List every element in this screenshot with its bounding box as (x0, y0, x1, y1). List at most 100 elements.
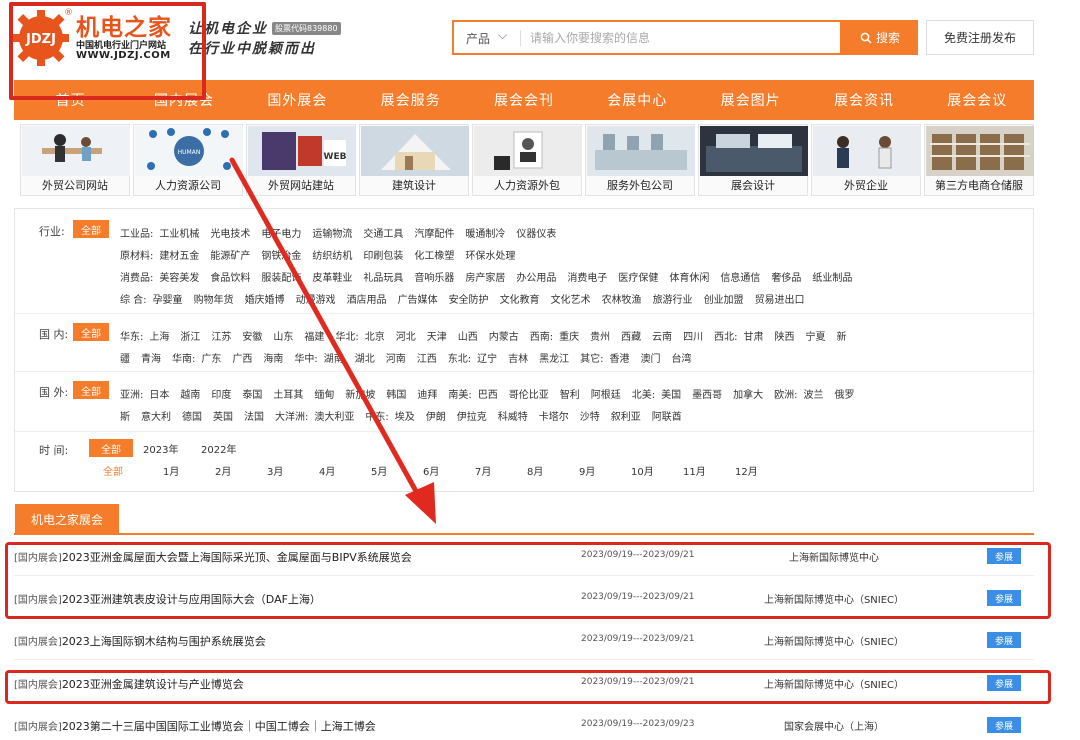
filter-option[interactable]: 越南 (180, 390, 200, 401)
banner-tile[interactable]: 外贸企业 (811, 124, 921, 196)
filter-option[interactable]: 阿联酋 (652, 412, 682, 423)
filter-option[interactable]: 叙利亚 (611, 412, 641, 423)
filter-all-industry[interactable]: 全部 (73, 220, 109, 238)
nav-item-4[interactable]: 展会会刊 (467, 80, 580, 120)
filter-option[interactable]: 泰国 (242, 390, 262, 401)
filter-option[interactable]: 创业加盟 (704, 295, 744, 306)
filter-month-option[interactable]: 9月 (579, 463, 631, 478)
filter-option[interactable]: 山西 (458, 332, 478, 343)
filter-option[interactable]: 埃及 (395, 412, 415, 423)
banner-tile[interactable]: 建筑设计 (359, 124, 469, 196)
filter-option[interactable]: 上海 (149, 332, 169, 343)
nav-item-8[interactable]: 展会会议 (921, 80, 1034, 120)
filter-option[interactable]: 韩国 (386, 390, 406, 401)
filter-option[interactable]: 工业机械 (159, 229, 199, 240)
section-tab-expos[interactable]: 机电之家展会 (15, 504, 119, 534)
filter-option[interactable]: 四川 (683, 332, 703, 343)
expo-title-link[interactable]: [国内展会]2023第二十三届中国国际工业博览会｜中国工博会｜上海工博会 (14, 718, 376, 734)
filter-option[interactable]: 光电技术 (210, 229, 250, 240)
filter-option[interactable]: 印刷包装 (363, 251, 403, 262)
filter-option[interactable]: 西藏 (621, 332, 641, 343)
filter-option[interactable]: 广东 (201, 354, 221, 365)
filter-option[interactable]: 医疗保健 (618, 273, 658, 284)
filter-option[interactable]: 陕西 (775, 332, 795, 343)
filter-option[interactable]: 科威特 (498, 412, 528, 423)
filter-option[interactable]: 体育休闲 (669, 273, 709, 284)
search-category-select[interactable]: 产品 (466, 30, 490, 47)
filter-option[interactable]: 澳门 (641, 354, 661, 365)
filter-month-option[interactable]: 1月 (163, 463, 215, 478)
exhibit-button[interactable]: 参展 (987, 632, 1021, 648)
filter-option[interactable]: 奢侈品 (771, 273, 801, 284)
exhibit-button[interactable]: 参展 (987, 717, 1021, 733)
filter-month-option[interactable]: 4月 (319, 463, 371, 478)
filter-option[interactable]: 意大利 (141, 412, 171, 423)
banner-tile[interactable]: WEB 外贸网站建站 (246, 124, 356, 196)
banner-tile[interactable]: 服务外包公司 (585, 124, 695, 196)
filter-option[interactable]: 仪器仪表 (516, 229, 556, 240)
filter-option[interactable]: 酒店用品 (347, 295, 387, 306)
filter-month-option[interactable]: 7月 (475, 463, 527, 478)
filter-option[interactable]: 哥伦比亚 (509, 390, 549, 401)
filter-option[interactable]: 迪拜 (417, 390, 437, 401)
filter-option[interactable]: 加拿大 (733, 390, 763, 401)
nav-item-3[interactable]: 展会服务 (354, 80, 467, 120)
filter-option[interactable]: 钢铁冶金 (261, 251, 301, 262)
filter-option[interactable]: 巴西 (478, 390, 498, 401)
filter-all-foreign[interactable]: 全部 (73, 381, 109, 399)
filter-option[interactable]: 新 (837, 332, 847, 343)
filter-option[interactable]: 伊拉克 (457, 412, 487, 423)
gear-logo-icon[interactable]: JDZJ (13, 10, 69, 66)
filter-option[interactable]: 印度 (211, 390, 231, 401)
filter-option[interactable]: 礼品玩具 (363, 273, 403, 284)
filter-option[interactable]: 音响乐器 (414, 273, 454, 284)
filter-option[interactable]: 服装配饰 (261, 273, 301, 284)
expo-title-link[interactable]: [国内展会]2023亚洲金属建筑设计与产业博览会 (14, 676, 244, 692)
filter-option[interactable]: 办公用品 (516, 273, 556, 284)
filter-option[interactable]: 吉林 (508, 354, 528, 365)
filter-option[interactable]: 伊朗 (426, 412, 446, 423)
filter-month-option[interactable]: 6月 (423, 463, 475, 478)
filter-option[interactable]: 广告媒体 (398, 295, 438, 306)
filter-month-option[interactable]: 12月 (735, 463, 787, 478)
filter-option[interactable]: 食品饮料 (210, 273, 250, 284)
expo-title-link[interactable]: [国内展会]2023亚洲建筑表皮设计与应用国际大会（DAF上海） (14, 591, 321, 607)
filter-option[interactable]: 台湾 (672, 354, 692, 365)
filter-option[interactable]: 江西 (417, 354, 437, 365)
banner-tile[interactable]: 展会设计 (698, 124, 808, 196)
filter-option[interactable]: 香港 (610, 354, 630, 365)
filter-option[interactable]: 日本 (149, 390, 169, 401)
filter-option[interactable]: 澳大利亚 (314, 412, 354, 423)
nav-item-7[interactable]: 展会资讯 (807, 80, 920, 120)
filter-option[interactable]: 德国 (182, 412, 202, 423)
filter-option[interactable]: 卡塔尔 (539, 412, 569, 423)
filter-option[interactable]: 湖北 (355, 354, 375, 365)
filter-option[interactable]: 暖通制冷 (465, 229, 505, 240)
filter-option[interactable]: 纸业制品 (812, 273, 852, 284)
filter-option[interactable]: 皮革鞋业 (312, 273, 352, 284)
filter-option[interactable]: 重庆 (559, 332, 579, 343)
filter-option[interactable]: 文化教育 (500, 295, 540, 306)
filter-option[interactable]: 汽摩配件 (414, 229, 454, 240)
exhibit-button[interactable]: 参展 (987, 590, 1021, 606)
filter-option[interactable]: 消费电子 (567, 273, 607, 284)
filter-option[interactable]: 内蒙古 (489, 332, 519, 343)
filter-option[interactable]: 安全防护 (449, 295, 489, 306)
expo-title-link[interactable]: [国内展会]2023亚洲金属屋面大会暨上海国际采光顶、金属屋面与BIPV系统展览… (14, 549, 412, 565)
filter-month-option[interactable]: 3月 (267, 463, 319, 478)
filter-option[interactable]: 农林牧渔 (602, 295, 642, 306)
filter-option[interactable]: 黑龙江 (539, 354, 569, 365)
nav-item-1[interactable]: 国内展会 (127, 80, 240, 120)
nav-item-5[interactable]: 会展中心 (581, 80, 694, 120)
banner-tile[interactable]: 外贸公司网站 (20, 124, 130, 196)
filter-option[interactable]: 辽宁 (477, 354, 497, 365)
filter-option[interactable]: 法国 (244, 412, 264, 423)
filter-month-option[interactable]: 全部 (103, 463, 163, 478)
nav-item-2[interactable]: 国外展会 (241, 80, 354, 120)
filter-option[interactable]: 山东 (273, 332, 293, 343)
filter-option[interactable]: 沙特 (580, 412, 600, 423)
filter-option[interactable]: 甘肃 (744, 332, 764, 343)
filter-option[interactable]: 电子电力 (261, 229, 301, 240)
filter-option[interactable]: 英国 (213, 412, 233, 423)
filter-option[interactable]: 墨西哥 (692, 390, 722, 401)
